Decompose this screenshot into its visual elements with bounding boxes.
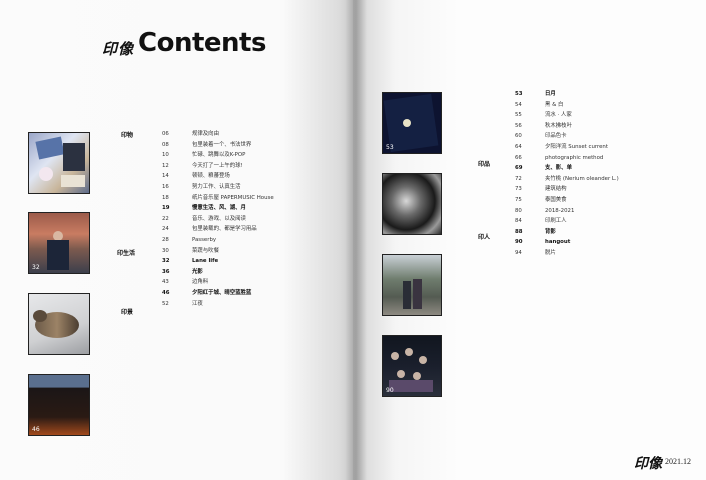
toc-title: 印品色卡 bbox=[545, 133, 567, 140]
thumb-page-number: 90 bbox=[386, 387, 394, 394]
toc-title: 支、影、单 bbox=[545, 165, 572, 172]
toc-page-number: 64 bbox=[515, 144, 522, 150]
thumb-group-hangout: 90 bbox=[383, 336, 441, 396]
section-label: 印人 bbox=[478, 234, 491, 241]
toc-page-number: 88 bbox=[515, 228, 523, 235]
toc-title: 包里装载的、都是学习用品 bbox=[192, 226, 257, 233]
toc-page-number: 54 bbox=[515, 101, 522, 108]
toc-title: 忙碌、跳舞以及K-POP bbox=[192, 152, 246, 159]
footer-date: 2021.12 bbox=[665, 457, 691, 466]
toc-title: 泰国美食 bbox=[545, 197, 567, 203]
section-label: 印物 bbox=[121, 132, 134, 139]
toc-page-number: 53 bbox=[515, 91, 523, 97]
toc-title: 今天打了一上午的球! bbox=[192, 162, 243, 169]
toc-page-number: 36 bbox=[162, 268, 170, 275]
toc-page-number: 72 bbox=[515, 175, 522, 182]
magazine-spread: 印像 Contents 32 46 印物 印生活 印景 06 规律及向由 08 包里装… bbox=[0, 0, 706, 480]
toc-title: 日月 bbox=[545, 91, 556, 97]
toc-page-number: 14 bbox=[162, 173, 169, 180]
toc-page-number: 52 bbox=[162, 300, 169, 307]
thumb-desk-objects bbox=[29, 133, 89, 193]
toc-title: Lane life bbox=[192, 258, 219, 265]
thumb-passerby: 32 bbox=[29, 213, 89, 273]
toc-title: 努力工作、认真生活 bbox=[192, 184, 241, 190]
toc-page-number: 10 bbox=[162, 152, 169, 159]
toc-page-number: 90 bbox=[515, 239, 523, 246]
toc-title: 纸片音乐屋 PAPERMUSIC House bbox=[192, 194, 274, 201]
toc-title: hangout bbox=[545, 239, 571, 246]
thumb-black-white-flowers bbox=[383, 174, 441, 234]
toc-page-number: 94 bbox=[515, 250, 522, 256]
thumb-page-number: 32 bbox=[32, 264, 40, 271]
spine-shadow bbox=[345, 0, 367, 480]
thumb-page-number: 46 bbox=[32, 426, 40, 433]
toc-page-number: 73 bbox=[515, 186, 522, 193]
toc-page-number: 16 bbox=[162, 184, 169, 190]
toc-page-number: 60 bbox=[515, 133, 522, 140]
thumb-sunset: 46 bbox=[29, 375, 89, 435]
toc-page-number: 80 bbox=[515, 207, 522, 214]
toc-page-number: 28 bbox=[162, 237, 169, 243]
toc-title: 包里装着一个、书法世界 bbox=[192, 141, 252, 148]
toc-page-number: 32 bbox=[162, 258, 170, 265]
footer-brand: 印像 bbox=[634, 456, 662, 472]
toc-title: 音乐、游戏、以及阅读 bbox=[192, 215, 246, 222]
toc-page-number: 22 bbox=[162, 215, 169, 222]
toc-page-number: 18 bbox=[162, 194, 169, 201]
section-label: 印品 bbox=[478, 161, 491, 168]
toc-title: 2018-2021 bbox=[545, 207, 575, 214]
thumb-cat bbox=[29, 294, 89, 354]
toc-title: 印刷工人 bbox=[545, 218, 567, 225]
toc-title: Passerby bbox=[192, 237, 217, 243]
toc-page-number: 56 bbox=[515, 122, 522, 129]
toc-page-number: 55 bbox=[515, 112, 522, 119]
toc-page-number: 46 bbox=[162, 290, 170, 296]
thumb-moon: 53 bbox=[383, 93, 441, 153]
toc-title: 秋木拂枝叶 bbox=[545, 122, 572, 129]
toc-page-number: 69 bbox=[515, 165, 523, 172]
toc-title: 光影 bbox=[192, 268, 203, 275]
toc-page-number: 84 bbox=[515, 218, 522, 225]
toc-title: 慢意生活、风、湖、月 bbox=[192, 205, 246, 212]
toc-page-number: 30 bbox=[162, 247, 169, 254]
toc-title: 建筑结构 bbox=[545, 186, 567, 193]
toc-page-number: 06 bbox=[162, 131, 169, 137]
toc-title: 流水 · 人家 bbox=[545, 112, 572, 119]
toc-page-number: 66 bbox=[515, 154, 522, 161]
toc-title: photographic method bbox=[545, 154, 604, 161]
toc-title: 菜蔬与吹餐 bbox=[192, 247, 219, 254]
brand-logo: 印像 bbox=[102, 40, 135, 58]
toc-title: 黑 & 白 bbox=[545, 101, 564, 108]
toc-page-number: 43 bbox=[162, 279, 169, 286]
toc-title: 江夜 bbox=[192, 300, 203, 307]
toc-page-number: 08 bbox=[162, 141, 169, 148]
toc-title: 夹竹桃 (Nerium oleander L.) bbox=[545, 175, 619, 182]
toc-title: 顿顿、粮蕃登场 bbox=[192, 173, 230, 180]
page-title: Contents bbox=[138, 28, 266, 58]
toc-title: 边角料 bbox=[192, 279, 209, 286]
toc-title: 背影 bbox=[545, 228, 556, 235]
toc-title: 夕阳洋流 Sunset current bbox=[545, 144, 608, 150]
toc-page-number: 12 bbox=[162, 162, 169, 169]
toc-page-number: 19 bbox=[162, 205, 170, 212]
toc-page-number: 24 bbox=[162, 226, 169, 233]
toc-title: 脱片 bbox=[545, 250, 556, 256]
toc-page-number: 75 bbox=[515, 197, 522, 203]
toc-title: 夕阳红于城、晴空蓝胜蓝 bbox=[192, 290, 252, 296]
thumb-street-couple bbox=[383, 255, 441, 315]
section-label: 印生活 bbox=[117, 250, 136, 257]
toc-title: 规律及向由 bbox=[192, 131, 219, 137]
section-label: 印景 bbox=[121, 309, 134, 316]
thumb-page-number: 53 bbox=[386, 144, 394, 151]
